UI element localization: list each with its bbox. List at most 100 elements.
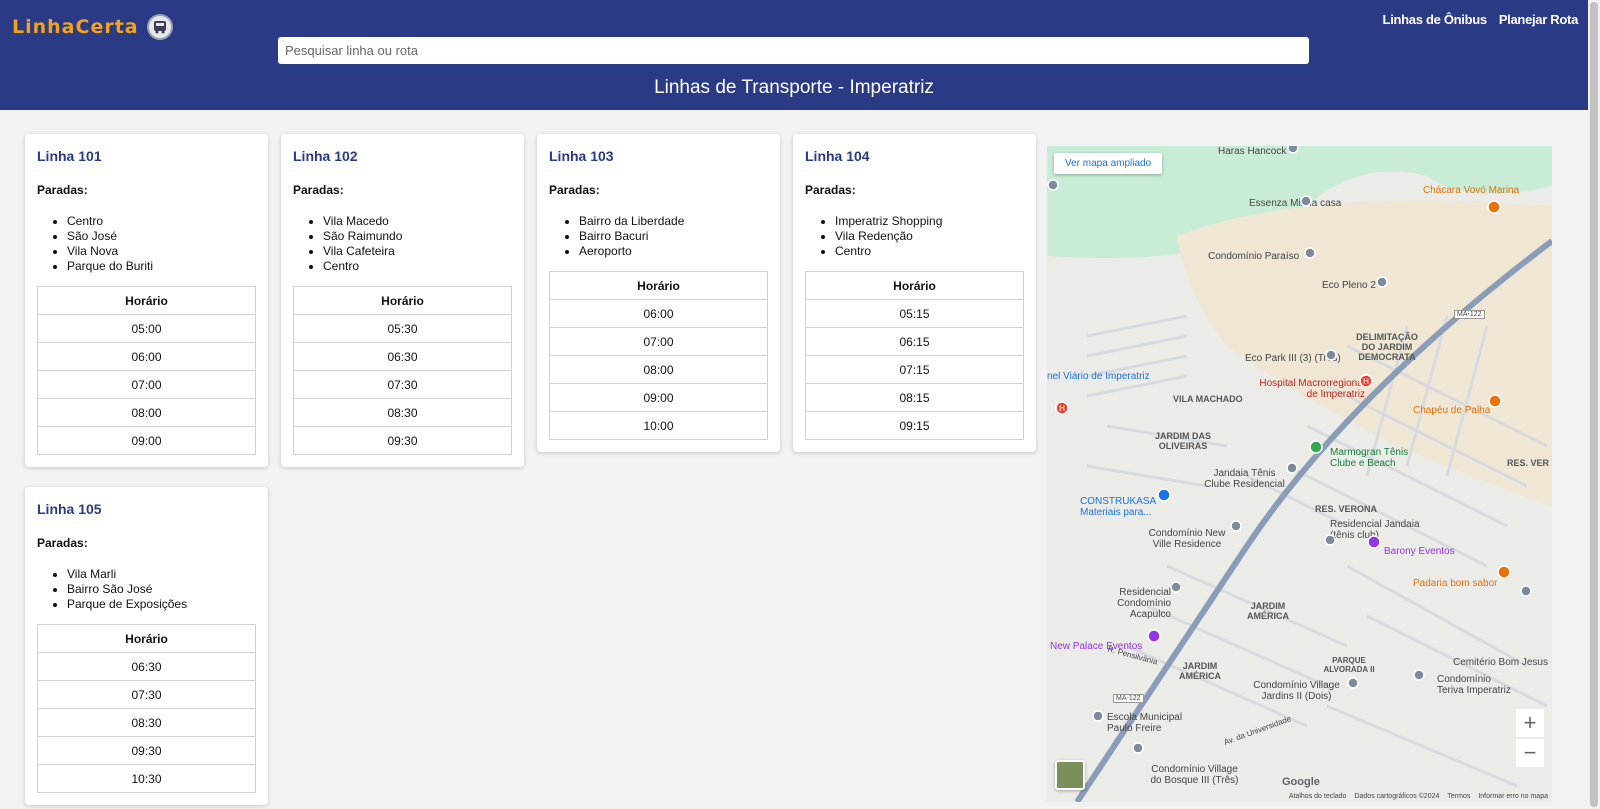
table-row: 09:00 — [37, 426, 256, 455]
map-pin-icon[interactable] — [1132, 742, 1144, 754]
line-title: Linha 102 — [293, 148, 358, 164]
map-label[interactable]: Padaria bom sabor — [1413, 578, 1498, 589]
view-larger-map-button[interactable]: Ver mapa ampliado — [1054, 153, 1163, 174]
map-pin-icon[interactable] — [1047, 179, 1059, 191]
line-title: Linha 103 — [549, 148, 614, 164]
stops-list: Imperatriz ShoppingVila RedençãoCentro — [805, 214, 1024, 259]
map-label[interactable]: Jandaia Tênis Clube Residencial — [1202, 468, 1287, 490]
map-data-attribution: Dados cartográficos ©2024 — [1354, 793, 1440, 800]
zoom-out-button[interactable]: − — [1516, 739, 1544, 767]
map-label: DELIMITAÇÃO DO JARDIM DEMOCRATA — [1356, 332, 1418, 362]
schedule-header: Horário — [805, 271, 1024, 300]
app-header: LinhaCerta Linhas de Ônibus Planejar Rot… — [0, 0, 1588, 110]
stop-item: Parque do Buriti — [67, 259, 256, 274]
stop-item: Centro — [67, 214, 256, 229]
map-pin-icon[interactable] — [1325, 349, 1337, 361]
map-label[interactable]: Condomínio Village do Bosque III (Três) — [1147, 764, 1242, 786]
map-label[interactable]: Barony Eventos — [1384, 546, 1455, 557]
satellite-layer-button[interactable] — [1055, 760, 1085, 790]
search-input[interactable] — [278, 37, 1309, 64]
schedule-time: 06:30 — [293, 342, 512, 371]
line-card: Linha 104 Paradas: Imperatriz ShoppingVila… — [793, 134, 1036, 452]
google-logo: Google — [1282, 776, 1320, 788]
map-label[interactable]: Cemitério Bom Jesus — [1438, 657, 1548, 668]
map-label[interactable]: Haras Hancock — [1218, 146, 1286, 157]
map-label: PARQUE ALVORADA II — [1323, 656, 1375, 674]
stops-list: Bairro da LiberdadeBairro BacuriAeroport… — [549, 214, 768, 259]
main-nav: Linhas de Ônibus Planejar Rota — [1383, 12, 1579, 27]
report-error-link[interactable]: Informar erro no mapa — [1478, 793, 1548, 800]
map-label[interactable]: Condomínio New Ville Residence — [1147, 528, 1227, 550]
stops-label: Paradas: — [805, 183, 856, 197]
stop-item: Parque de Exposições — [67, 597, 256, 612]
map-label[interactable]: Condomínio Village Jardins II (Dois) — [1249, 680, 1344, 702]
page-scrollbar[interactable] — [1588, 0, 1600, 809]
map-label[interactable]: Eco Pleno 2 — [1322, 280, 1376, 291]
map-label: JARDIM AMÉRICA — [1247, 601, 1289, 621]
map-label[interactable]: Condomínio Teriva Imperatriz — [1437, 674, 1517, 696]
map-pin-icon[interactable] — [1376, 276, 1388, 288]
restaurant-icon[interactable] — [1497, 565, 1511, 579]
schedule-header: Horário — [37, 286, 256, 315]
stop-item: Vila Nova — [67, 244, 256, 259]
map-pin-icon[interactable] — [1286, 462, 1298, 474]
map-label[interactable]: Chácara Vovó Marina — [1423, 185, 1519, 196]
schedule-time: 05:00 — [37, 314, 256, 343]
scrollbar-thumb[interactable] — [1590, 2, 1598, 807]
map-pin-icon[interactable] — [1309, 440, 1323, 454]
table-row: 09:15 — [805, 411, 1024, 440]
map-pin-icon[interactable] — [1230, 520, 1242, 532]
hospital-icon[interactable]: H — [1055, 401, 1069, 415]
schedule-time: 08:30 — [293, 398, 512, 427]
map-label[interactable]: Hospital Macrorregional de Imperatriz — [1247, 378, 1365, 400]
map-pin-icon[interactable] — [1287, 146, 1299, 154]
map-pin-icon[interactable] — [1520, 585, 1532, 597]
restaurant-icon[interactable] — [1488, 394, 1502, 408]
table-row: 10:30 — [37, 764, 256, 793]
map-label[interactable]: Marmogran Tênis Clube e Beach — [1330, 447, 1425, 469]
logo-text: LinhaCerta — [12, 16, 139, 38]
logo[interactable]: LinhaCerta — [12, 14, 173, 40]
table-row: 10:00 — [549, 411, 768, 440]
map-pin-icon[interactable] — [1300, 195, 1312, 207]
stop-item: Bairro da Liberdade — [579, 214, 768, 229]
map-label[interactable]: Chapéu de Palha — [1413, 405, 1490, 416]
stop-item: Bairro Bacuri — [579, 229, 768, 244]
schedule-time: 08:00 — [549, 355, 768, 384]
map-pin-icon[interactable] — [1347, 677, 1359, 689]
nav-planejar-rota[interactable]: Planejar Rota — [1499, 12, 1578, 27]
hospital-icon[interactable]: H — [1359, 374, 1373, 388]
table-row: 07:00 — [37, 370, 256, 399]
map-label[interactable]: Condomínio Paraíso — [1208, 251, 1299, 262]
nav-linhas-onibus[interactable]: Linhas de Ônibus — [1383, 12, 1488, 27]
schedule-time: 06:15 — [805, 327, 1024, 356]
schedule-time: 08:00 — [37, 398, 256, 427]
event-venue-icon[interactable] — [1147, 629, 1161, 643]
zoom-in-button[interactable]: + — [1516, 709, 1544, 737]
terms-link[interactable]: Termos — [1447, 793, 1470, 800]
table-row: 06:30 — [37, 652, 256, 681]
table-row: 09:00 — [549, 383, 768, 412]
map-label[interactable]: Escola Municipal Paulo Freire — [1107, 712, 1197, 734]
map-label[interactable]: nel Viário de Imperatriz — [1047, 371, 1150, 382]
restaurant-icon[interactable] — [1487, 200, 1501, 214]
map-label[interactable]: Essenza Minha casa — [1249, 198, 1341, 209]
map-pin-icon[interactable] — [1413, 669, 1425, 681]
map-label[interactable]: Residencial Condomínio Acapulco — [1091, 587, 1171, 620]
event-venue-icon[interactable] — [1367, 535, 1381, 549]
map-pin-icon[interactable] — [1092, 710, 1104, 722]
table-row: 07:00 — [549, 327, 768, 356]
map-pin-icon[interactable] — [1324, 534, 1336, 546]
map-label: RES. VER — [1507, 458, 1550, 468]
map-pin-icon[interactable] — [1304, 247, 1316, 259]
stop-item: Centro — [835, 244, 1024, 259]
map-label[interactable]: CONSTRUKASA Materiais para... — [1080, 496, 1160, 518]
map-pin-icon[interactable] — [1170, 581, 1182, 593]
bus-icon — [146, 14, 173, 40]
table-row: 06:30 — [293, 342, 512, 371]
stop-item: Vila Cafeteira — [323, 244, 512, 259]
table-row: 08:00 — [37, 398, 256, 427]
keyboard-shortcuts-link[interactable]: Atalhos do teclado — [1289, 793, 1347, 800]
map-embed[interactable]: Ver mapa ampliado Haras Hancock Essenza … — [1047, 146, 1552, 802]
store-icon[interactable] — [1157, 488, 1171, 502]
